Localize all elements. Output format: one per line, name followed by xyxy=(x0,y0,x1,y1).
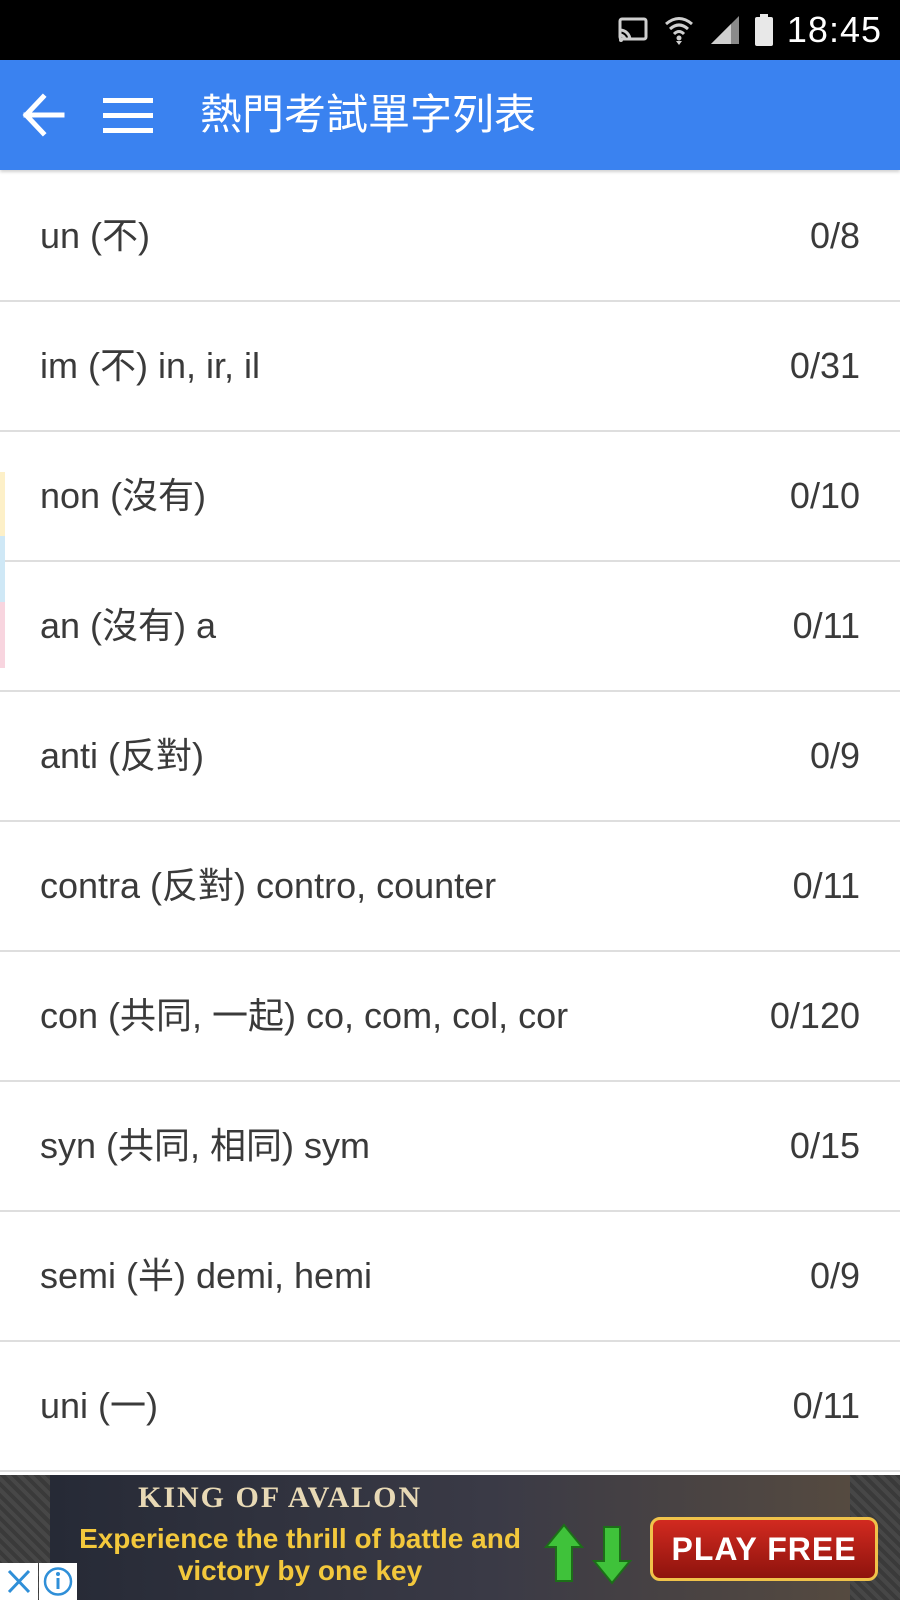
arrow-left-icon xyxy=(22,93,65,137)
list-item[interactable]: contra (反對) contro, counter 0/11 xyxy=(0,822,900,952)
status-icons: 18:45 xyxy=(617,0,882,60)
list-item-count: 0/10 xyxy=(789,475,860,516)
menu-button[interactable] xyxy=(100,90,156,142)
info-icon xyxy=(43,1567,73,1596)
cast-icon xyxy=(618,17,648,42)
list-item[interactable]: un (不) 0/8 xyxy=(0,172,900,302)
hamburger-menu-icon xyxy=(103,98,153,133)
status-time: 18:45 xyxy=(786,9,882,50)
list-item-count: 0/8 xyxy=(809,215,860,256)
play-free-button[interactable]: PLAY FREE xyxy=(650,1517,878,1581)
list-item-count: 0/120 xyxy=(769,995,860,1036)
battery-icon xyxy=(754,14,773,46)
list-item-title: contra (反對) contro, counter xyxy=(40,865,497,906)
accent-stripe-blue xyxy=(0,536,5,562)
list-item-count: 0/9 xyxy=(809,1255,860,1296)
list-item-title: un (不) xyxy=(40,215,151,256)
list-item-count: 0/11 xyxy=(792,1385,860,1426)
up-down-arrows-icon xyxy=(543,1523,633,1585)
back-button[interactable] xyxy=(18,89,70,141)
list-item-title: uni (一) xyxy=(40,1385,159,1426)
ad-close-button[interactable] xyxy=(0,1563,38,1600)
accent-stripe-pink xyxy=(0,602,5,668)
app-bar: 熱門考試單字列表 xyxy=(0,60,900,170)
list-item-count: 0/9 xyxy=(809,735,860,776)
list-item-title: non (沒有) xyxy=(40,475,207,516)
list-item[interactable]: an (沒有) a 0/11 xyxy=(0,562,900,692)
list-item-count: 0/31 xyxy=(789,345,860,386)
close-x-icon xyxy=(7,1569,31,1594)
ad-info-button[interactable] xyxy=(39,1563,77,1600)
list-item[interactable]: im (不) in, ir, il 0/31 xyxy=(0,302,900,432)
signal-icon xyxy=(710,16,739,44)
list-item-title: an (沒有) a xyxy=(40,605,217,646)
list-item-count: 0/15 xyxy=(789,1125,860,1166)
ad-banner[interactable]: KING OF AVALON Experience the thrill of … xyxy=(0,1475,900,1600)
ad-tagline: Experience the thrill of battle and vict… xyxy=(79,1523,521,1586)
list-item-title: syn (共同, 相同) sym xyxy=(40,1125,370,1166)
ad-brand-logo: KING OF AVALON xyxy=(138,1481,423,1514)
accent-stripe-yellow xyxy=(0,472,5,536)
list-item-count: 0/11 xyxy=(792,605,860,646)
word-list: un (不) 0/8 im (不) in, ir, il 0/31 non (沒… xyxy=(0,172,900,1472)
list-item[interactable]: uni (一) 0/11 xyxy=(0,1342,900,1472)
list-item-title: im (不) in, ir, il xyxy=(40,345,260,386)
ad-creative[interactable]: KING OF AVALON Experience the thrill of … xyxy=(50,1475,878,1600)
list-item[interactable]: anti (反對) 0/9 xyxy=(0,692,900,822)
list-item-count: 0/11 xyxy=(792,865,860,906)
wifi-icon xyxy=(664,17,693,45)
list-item[interactable]: syn (共同, 相同) sym 0/15 xyxy=(0,1082,900,1212)
list-item[interactable]: con (共同, 一起) co, com, col, cor 0/120 xyxy=(0,952,900,1082)
page-title: 熱門考試單字列表 xyxy=(200,90,537,139)
list-item-title: anti (反對) xyxy=(40,735,205,776)
status-bar: 18:45 xyxy=(0,0,900,60)
list-item[interactable]: non (沒有) 0/10 xyxy=(0,432,900,562)
list-item-title: con (共同, 一起) co, com, col, cor xyxy=(40,995,569,1036)
list-item-title: semi (半) demi, hemi xyxy=(40,1255,373,1296)
accent-stripe-blue xyxy=(0,562,5,602)
list-item[interactable]: semi (半) demi, hemi 0/9 xyxy=(0,1212,900,1342)
